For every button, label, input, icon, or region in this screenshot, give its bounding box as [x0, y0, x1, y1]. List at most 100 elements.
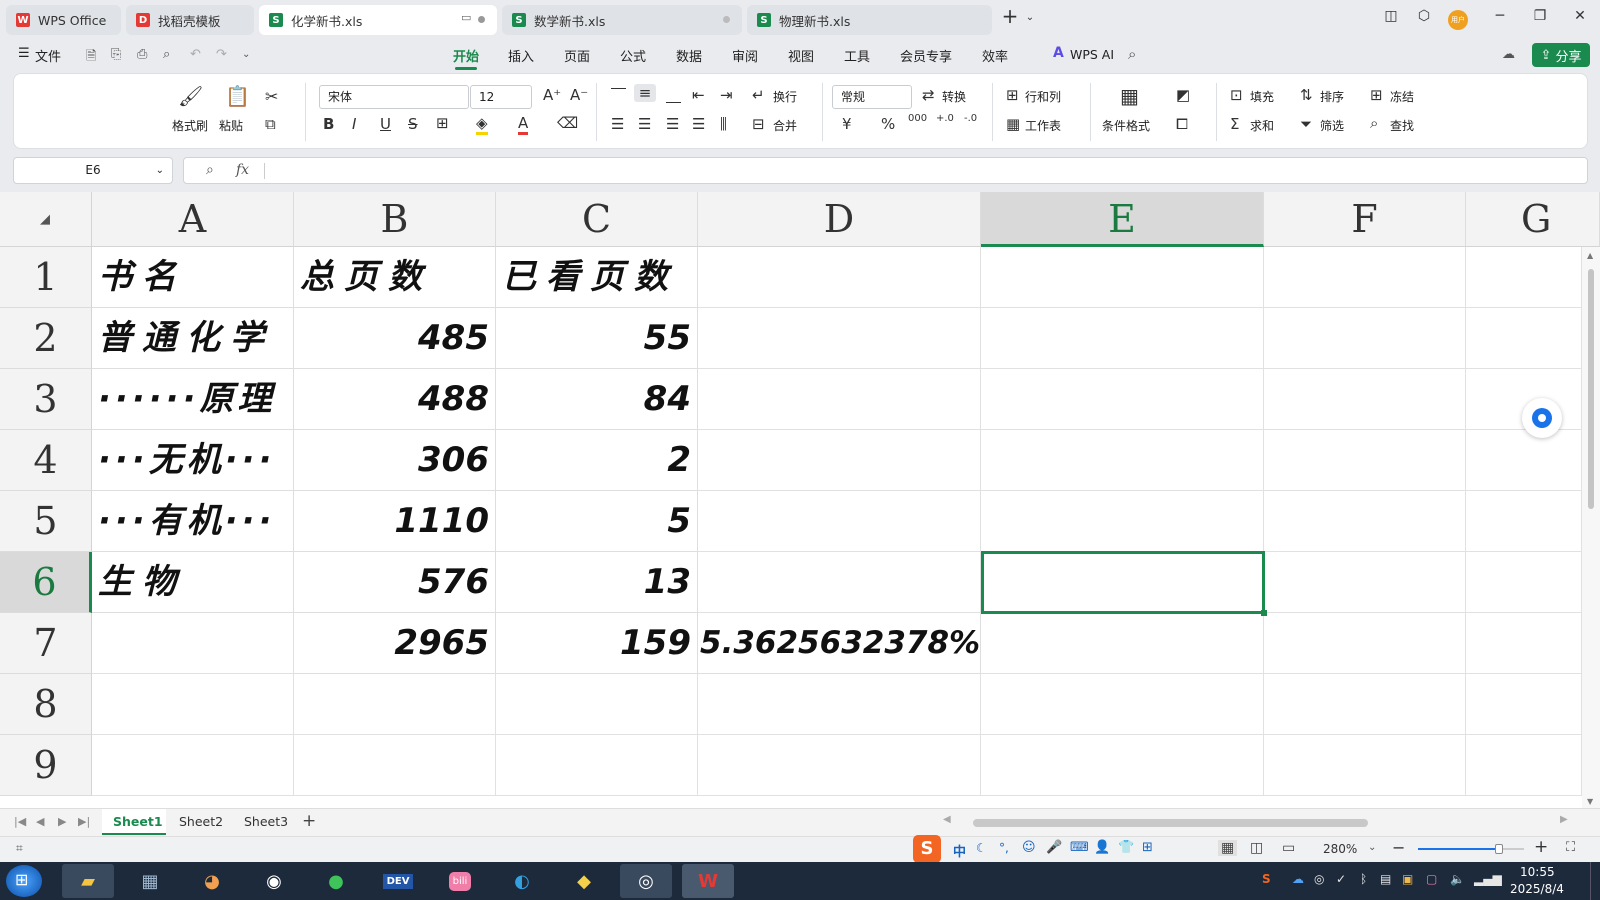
cell-A3[interactable]: ······原理: [92, 369, 294, 430]
chevron-down-icon[interactable]: ⌄: [1368, 842, 1376, 853]
clock-date[interactable]: 2025/8/4: [1510, 882, 1564, 896]
sogou-ime-icon[interactable]: S: [913, 835, 941, 863]
font-name-select[interactable]: 宋体: [319, 85, 469, 109]
cell-B7[interactable]: 2965: [294, 613, 496, 674]
currency-button[interactable]: ¥: [842, 115, 852, 133]
taskbar-calculator[interactable]: ▦: [124, 864, 176, 898]
grid-cell[interactable]: [1466, 735, 1582, 796]
cell-A1[interactable]: 书名: [92, 247, 294, 308]
show-desktop-button[interactable]: [1590, 862, 1600, 900]
grid-cell[interactable]: [698, 491, 981, 552]
tab-physics[interactable]: S 物理新书.xls: [747, 5, 992, 35]
chevron-down-icon[interactable]: ⌄: [156, 158, 164, 183]
paste-button[interactable]: 粘贴: [219, 117, 243, 134]
taskbar-qq[interactable]: ◉: [248, 864, 300, 898]
grid-cell[interactable]: [981, 430, 1264, 491]
cube-icon[interactable]: ⬡: [1412, 8, 1436, 24]
scroll-left-icon[interactable]: ◀: [943, 814, 951, 825]
ime-punct-icon[interactable]: °,: [999, 841, 1009, 855]
ime-toolbox-icon[interactable]: ⊞: [1142, 840, 1153, 855]
tab-wps-office[interactable]: W WPS Office: [6, 5, 121, 35]
grid-cell[interactable]: [1264, 247, 1466, 308]
tab-math[interactable]: S 数学新书.xls: [502, 5, 742, 35]
column-header-D[interactable]: D: [698, 192, 981, 247]
undo-icon[interactable]: ↶: [190, 47, 201, 62]
underline-button[interactable]: U: [380, 115, 391, 133]
menu-view[interactable]: 视图: [788, 46, 814, 65]
cloud-icon[interactable]: ☁: [1502, 47, 1515, 62]
menu-page[interactable]: 页面: [564, 46, 590, 65]
cell-C4[interactable]: 2: [496, 430, 698, 491]
fill-button[interactable]: 填充: [1250, 88, 1274, 105]
freeze-button[interactable]: 冻结: [1390, 88, 1414, 105]
cell-C7[interactable]: 159: [496, 613, 698, 674]
cell-style-icon[interactable]: ◩: [1176, 86, 1190, 104]
grid-cell[interactable]: [1264, 491, 1466, 552]
spreadsheet-grid[interactable]: ◢ A B C D E F G 1 2 3 4 5 6 7 8 9 书名 总页数…: [0, 192, 1600, 808]
increase-decimal-icon[interactable]: +.0: [936, 113, 954, 124]
ime-skin-icon[interactable]: 👕: [1118, 840, 1134, 855]
row-header-4[interactable]: 4: [0, 430, 92, 491]
grid-cell[interactable]: [496, 735, 698, 796]
prev-sheet-icon[interactable]: ◀: [36, 815, 44, 828]
align-bottom-icon[interactable]: ⎽: [666, 86, 681, 104]
distribute-icon[interactable]: ⫼: [720, 115, 727, 133]
zoom-slider-thumb[interactable]: [1495, 844, 1503, 854]
print-icon[interactable]: ⎙: [137, 47, 147, 62]
tray-volume-icon[interactable]: 🔈: [1450, 872, 1465, 886]
grid-cell[interactable]: [698, 308, 981, 369]
sheet-tab-1[interactable]: Sheet1: [113, 814, 163, 829]
grid-cell[interactable]: [981, 613, 1264, 674]
grid-cell[interactable]: [1466, 308, 1582, 369]
cell-C1[interactable]: 已看页数: [496, 247, 698, 308]
fill-handle[interactable]: [1261, 610, 1267, 616]
menu-formula[interactable]: 公式: [620, 46, 646, 65]
justify-icon[interactable]: ☰: [692, 115, 705, 133]
menu-insert[interactable]: 插入: [508, 46, 534, 65]
copy-icon[interactable]: ⧉: [265, 115, 276, 133]
sheet-tab-2[interactable]: Sheet2: [179, 814, 223, 829]
normal-view-icon[interactable]: ▦: [1218, 840, 1238, 856]
clock-time[interactable]: 10:55: [1520, 865, 1555, 879]
align-middle-icon[interactable]: ≡: [634, 84, 656, 102]
scroll-right-icon[interactable]: ▶: [1560, 814, 1568, 825]
column-header-C[interactable]: C: [496, 192, 698, 247]
zoom-slider-track[interactable]: [1418, 844, 1524, 854]
percent-button[interactable]: %: [881, 115, 895, 133]
grid-cell[interactable]: [698, 247, 981, 308]
zoom-icon[interactable]: ⌕: [206, 162, 214, 178]
cell-C2[interactable]: 55: [496, 308, 698, 369]
taskbar-wechat[interactable]: ●: [310, 864, 362, 898]
thousands-icon[interactable]: 000: [908, 113, 927, 124]
font-color-icon[interactable]: A: [518, 114, 529, 135]
font-size-select[interactable]: 12: [470, 85, 532, 109]
border-icon[interactable]: ⊞: [436, 114, 449, 132]
grid-cell[interactable]: [981, 247, 1264, 308]
grid-cell[interactable]: [294, 735, 496, 796]
selected-cell-E6[interactable]: [981, 551, 1267, 616]
macro-icon[interactable]: ⌗: [16, 841, 23, 856]
ime-chinese-icon[interactable]: 中: [953, 841, 966, 860]
first-sheet-icon[interactable]: |◀: [14, 815, 26, 828]
zoom-out-icon[interactable]: −: [1392, 838, 1405, 857]
avatar[interactable]: 用户: [1448, 10, 1468, 30]
chevron-down-icon[interactable]: ⌄: [1018, 12, 1042, 23]
close-icon[interactable]: ✕: [1568, 8, 1592, 24]
wrap-button[interactable]: 换行: [773, 88, 797, 105]
row-header-9[interactable]: 9: [0, 735, 92, 796]
row-header-2[interactable]: 2: [0, 308, 92, 369]
save-icon[interactable]: 🗎: [86, 47, 96, 69]
last-sheet-icon[interactable]: ▶|: [78, 815, 90, 828]
grid-cell[interactable]: [294, 674, 496, 735]
column-header-F[interactable]: F: [1264, 192, 1466, 247]
cell-C3[interactable]: 84: [496, 369, 698, 430]
grid-cell[interactable]: [981, 369, 1264, 430]
redo-icon[interactable]: ↷: [216, 47, 227, 62]
row-header-6[interactable]: 6: [0, 552, 92, 613]
indent-decrease-icon[interactable]: ⇤: [692, 86, 705, 104]
taskbar-edge[interactable]: ◐: [496, 864, 548, 898]
ime-mic-icon[interactable]: 🎤: [1046, 840, 1062, 855]
tray-cloud-icon[interactable]: ☁: [1292, 872, 1304, 886]
tray-bilibili-icon[interactable]: ▢: [1426, 872, 1437, 886]
grid-cell[interactable]: [698, 674, 981, 735]
